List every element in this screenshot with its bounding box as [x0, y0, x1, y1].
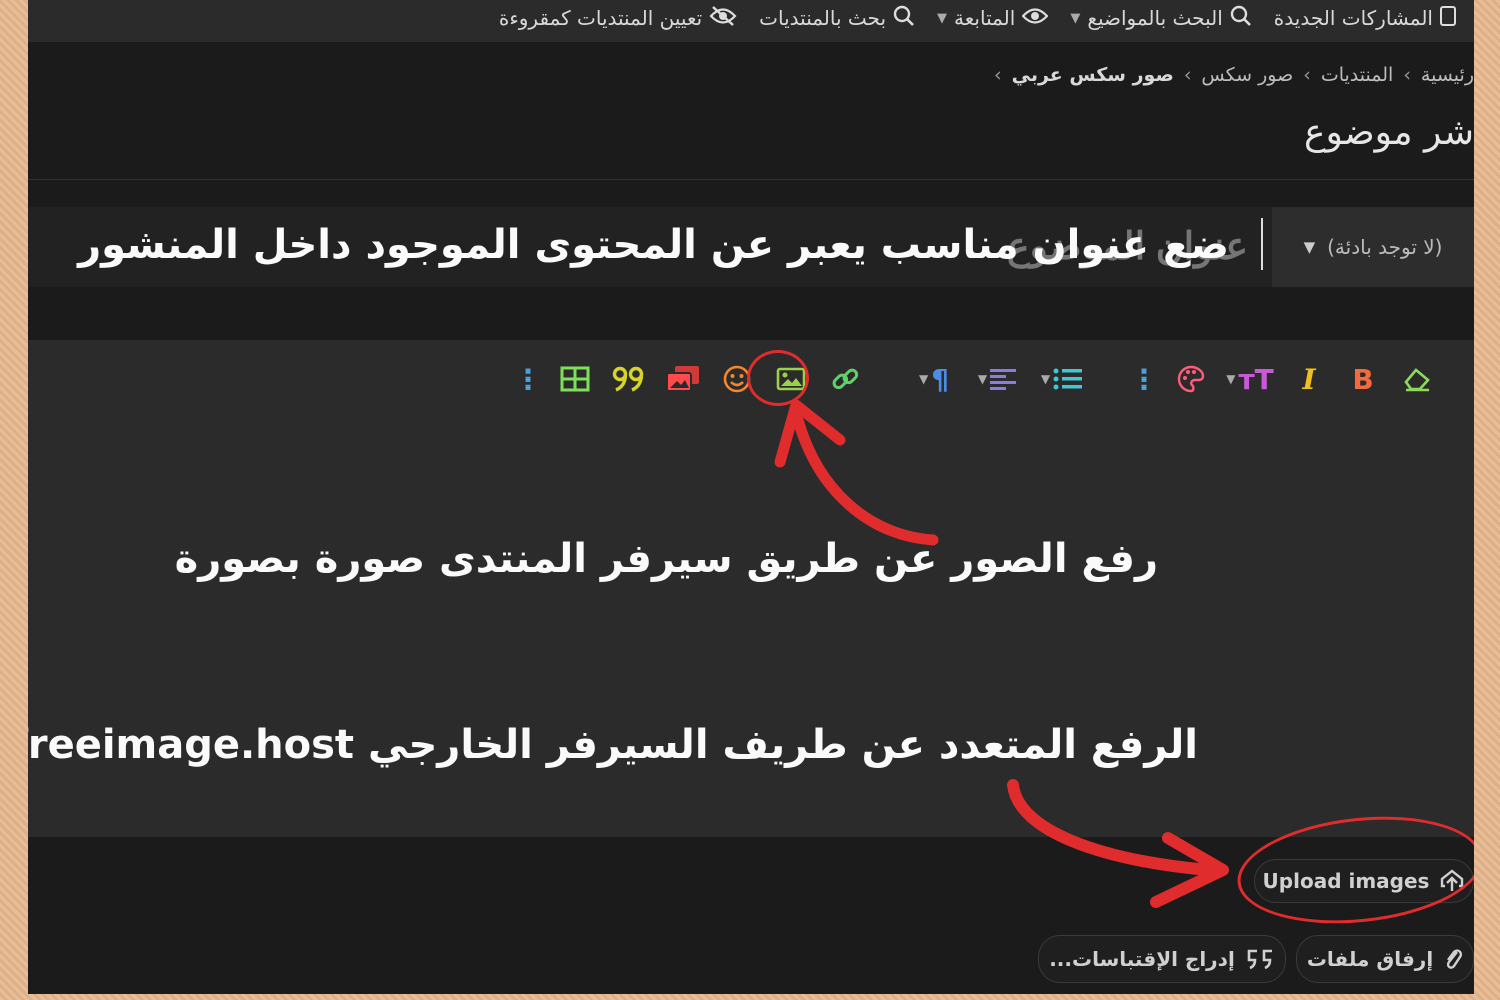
table-button[interactable]	[548, 359, 602, 399]
paragraph-icon: ¶	[931, 362, 950, 396]
palette-icon	[1177, 365, 1205, 393]
breadcrumb-subforum[interactable]: صور سكس عربي	[1012, 64, 1174, 86]
chevron-down-icon[interactable]: ▼	[937, 11, 947, 26]
chevron-down-icon: ▼	[1226, 372, 1236, 386]
paperclip-icon	[1447, 949, 1463, 969]
attach-files-label: إرفاق ملفات	[1306, 947, 1434, 971]
nav-watched-label: المتابعة	[954, 6, 1016, 30]
search-icon	[893, 5, 915, 32]
insert-link-button[interactable]	[818, 359, 872, 399]
eye-slash-icon	[709, 5, 737, 32]
link-icon	[832, 368, 859, 390]
text-size-icon: тT	[1238, 362, 1274, 396]
italic-button[interactable]: I	[1282, 359, 1336, 399]
gallery-icon	[666, 366, 699, 392]
align-button[interactable]: ▼	[966, 359, 1030, 399]
editor-toolbar: B I тT ▼ ⋮ ▼ ▼ ¶ ▼ ⋮	[508, 358, 1444, 400]
nav-mark-read-label: تعيين المنتديات كمقروءة	[498, 6, 703, 30]
insert-quotes-button[interactable]: إدراج الإقتباسات...	[1038, 935, 1286, 983]
paragraph-button[interactable]: ¶ ▼	[902, 359, 966, 399]
breadcrumb-forums[interactable]: المنتديات	[1321, 64, 1393, 86]
page-title: شر موضوع	[1304, 112, 1474, 153]
bold-button[interactable]: B	[1336, 359, 1390, 399]
insert-quotes-label: إدراج الإقتباسات...	[1049, 947, 1235, 971]
table-icon	[560, 366, 590, 392]
nav-search-threads[interactable]: البحث بالمواضيع ▼	[1070, 5, 1251, 32]
media-button[interactable]	[656, 359, 710, 399]
text-size-button[interactable]: тT ▼	[1218, 359, 1282, 399]
attach-files-button[interactable]: إرفاق ملفات	[1296, 935, 1474, 983]
align-left-icon	[990, 369, 1017, 390]
upload-hint-annotation: الرفع المتعدد عن طريف السيرفر الخارجي fr…	[28, 722, 1198, 768]
nav-search-forums[interactable]: بحث بالمنتديات	[759, 5, 915, 32]
chevron-left-icon: ›	[994, 64, 1002, 86]
quote-button[interactable]	[602, 359, 656, 399]
list-icon	[1053, 368, 1083, 390]
remove-format-button[interactable]	[1390, 359, 1444, 399]
nav-mark-read[interactable]: تعيين المنتديات كمقروءة	[499, 5, 737, 32]
nav-search-threads-label: البحث بالمواضيع	[1087, 6, 1223, 30]
document-icon	[1440, 5, 1456, 31]
quote-icon	[612, 366, 644, 392]
chevron-left-icon: ›	[1403, 64, 1411, 86]
nav-new-posts-label: المشاركات الجديدة	[1273, 6, 1433, 30]
quote-icon	[1247, 949, 1272, 970]
chevron-down-icon: ▼	[918, 372, 929, 386]
chevron-left-icon: ›	[1303, 64, 1311, 86]
more-options-button[interactable]: ⋮	[1124, 359, 1164, 399]
title-hint-annotation: ضع عنوان مناسب يعبر عن المحتوى الموجود د…	[78, 222, 1229, 268]
breadcrumb: رئيسية › المنتديات › صور سكس › صور سكس ع…	[994, 64, 1474, 86]
nav-watched[interactable]: المتابعة ▼	[937, 6, 1049, 30]
forum-window: المشاركات الجديدة البحث بالمواضيع ▼ المت…	[28, 0, 1474, 994]
list-button[interactable]: ▼	[1030, 359, 1094, 399]
image-button-highlight-circle	[747, 350, 809, 406]
breadcrumb-home[interactable]: رئيسية	[1421, 64, 1474, 86]
image-hint-annotation: رفع الصور عن طريق سيرفر المنتدى صورة بصو…	[174, 536, 1158, 582]
breadcrumb-category[interactable]: صور سكس	[1201, 64, 1293, 86]
text-color-button[interactable]	[1164, 359, 1218, 399]
chevron-down-icon[interactable]: ▼	[1070, 11, 1080, 26]
divider	[28, 179, 1474, 180]
eye-icon	[1021, 6, 1049, 30]
nav-search-forums-label: بحث بالمنتديات	[759, 6, 887, 30]
nav-new-posts[interactable]: المشاركات الجديدة	[1273, 5, 1456, 31]
chevron-down-icon: ▼	[1040, 372, 1051, 386]
chevron-down-icon: ▼	[977, 372, 988, 386]
text-cursor	[1261, 218, 1263, 270]
eraser-icon	[1404, 368, 1430, 392]
chevron-down-icon: ▼	[1303, 238, 1316, 256]
prefix-label: (لا توجد بادئة)	[1327, 235, 1443, 259]
prefix-select[interactable]: (لا توجد بادئة) ▼	[1272, 207, 1474, 287]
top-navigation: المشاركات الجديدة البحث بالمواضيع ▼ المت…	[28, 0, 1474, 42]
search-icon	[1230, 5, 1252, 32]
more-options-button[interactable]: ⋮	[508, 359, 548, 399]
chevron-left-icon: ›	[1183, 64, 1192, 86]
page-header: رئيسية › المنتديات › صور سكس › صور سكس ع…	[28, 42, 1474, 180]
